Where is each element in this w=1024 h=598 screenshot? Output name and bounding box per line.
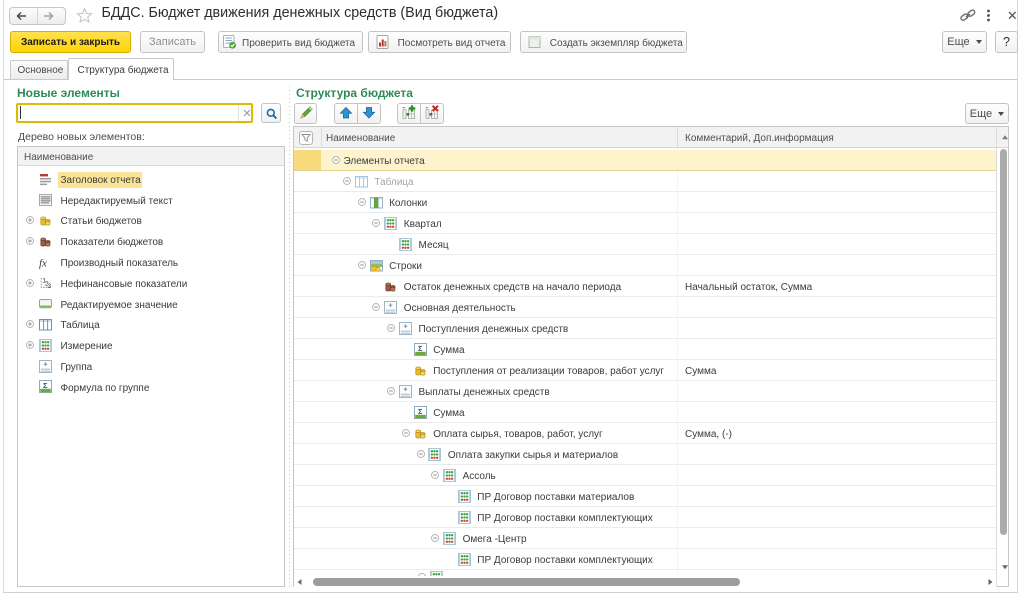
svg-text:3: 3: [48, 283, 52, 290]
svg-text:Σ: Σ: [418, 344, 423, 353]
svg-text:Σ: Σ: [43, 381, 48, 390]
svg-text:Σ: Σ: [418, 407, 423, 416]
svg-text:fx: fx: [39, 257, 47, 269]
